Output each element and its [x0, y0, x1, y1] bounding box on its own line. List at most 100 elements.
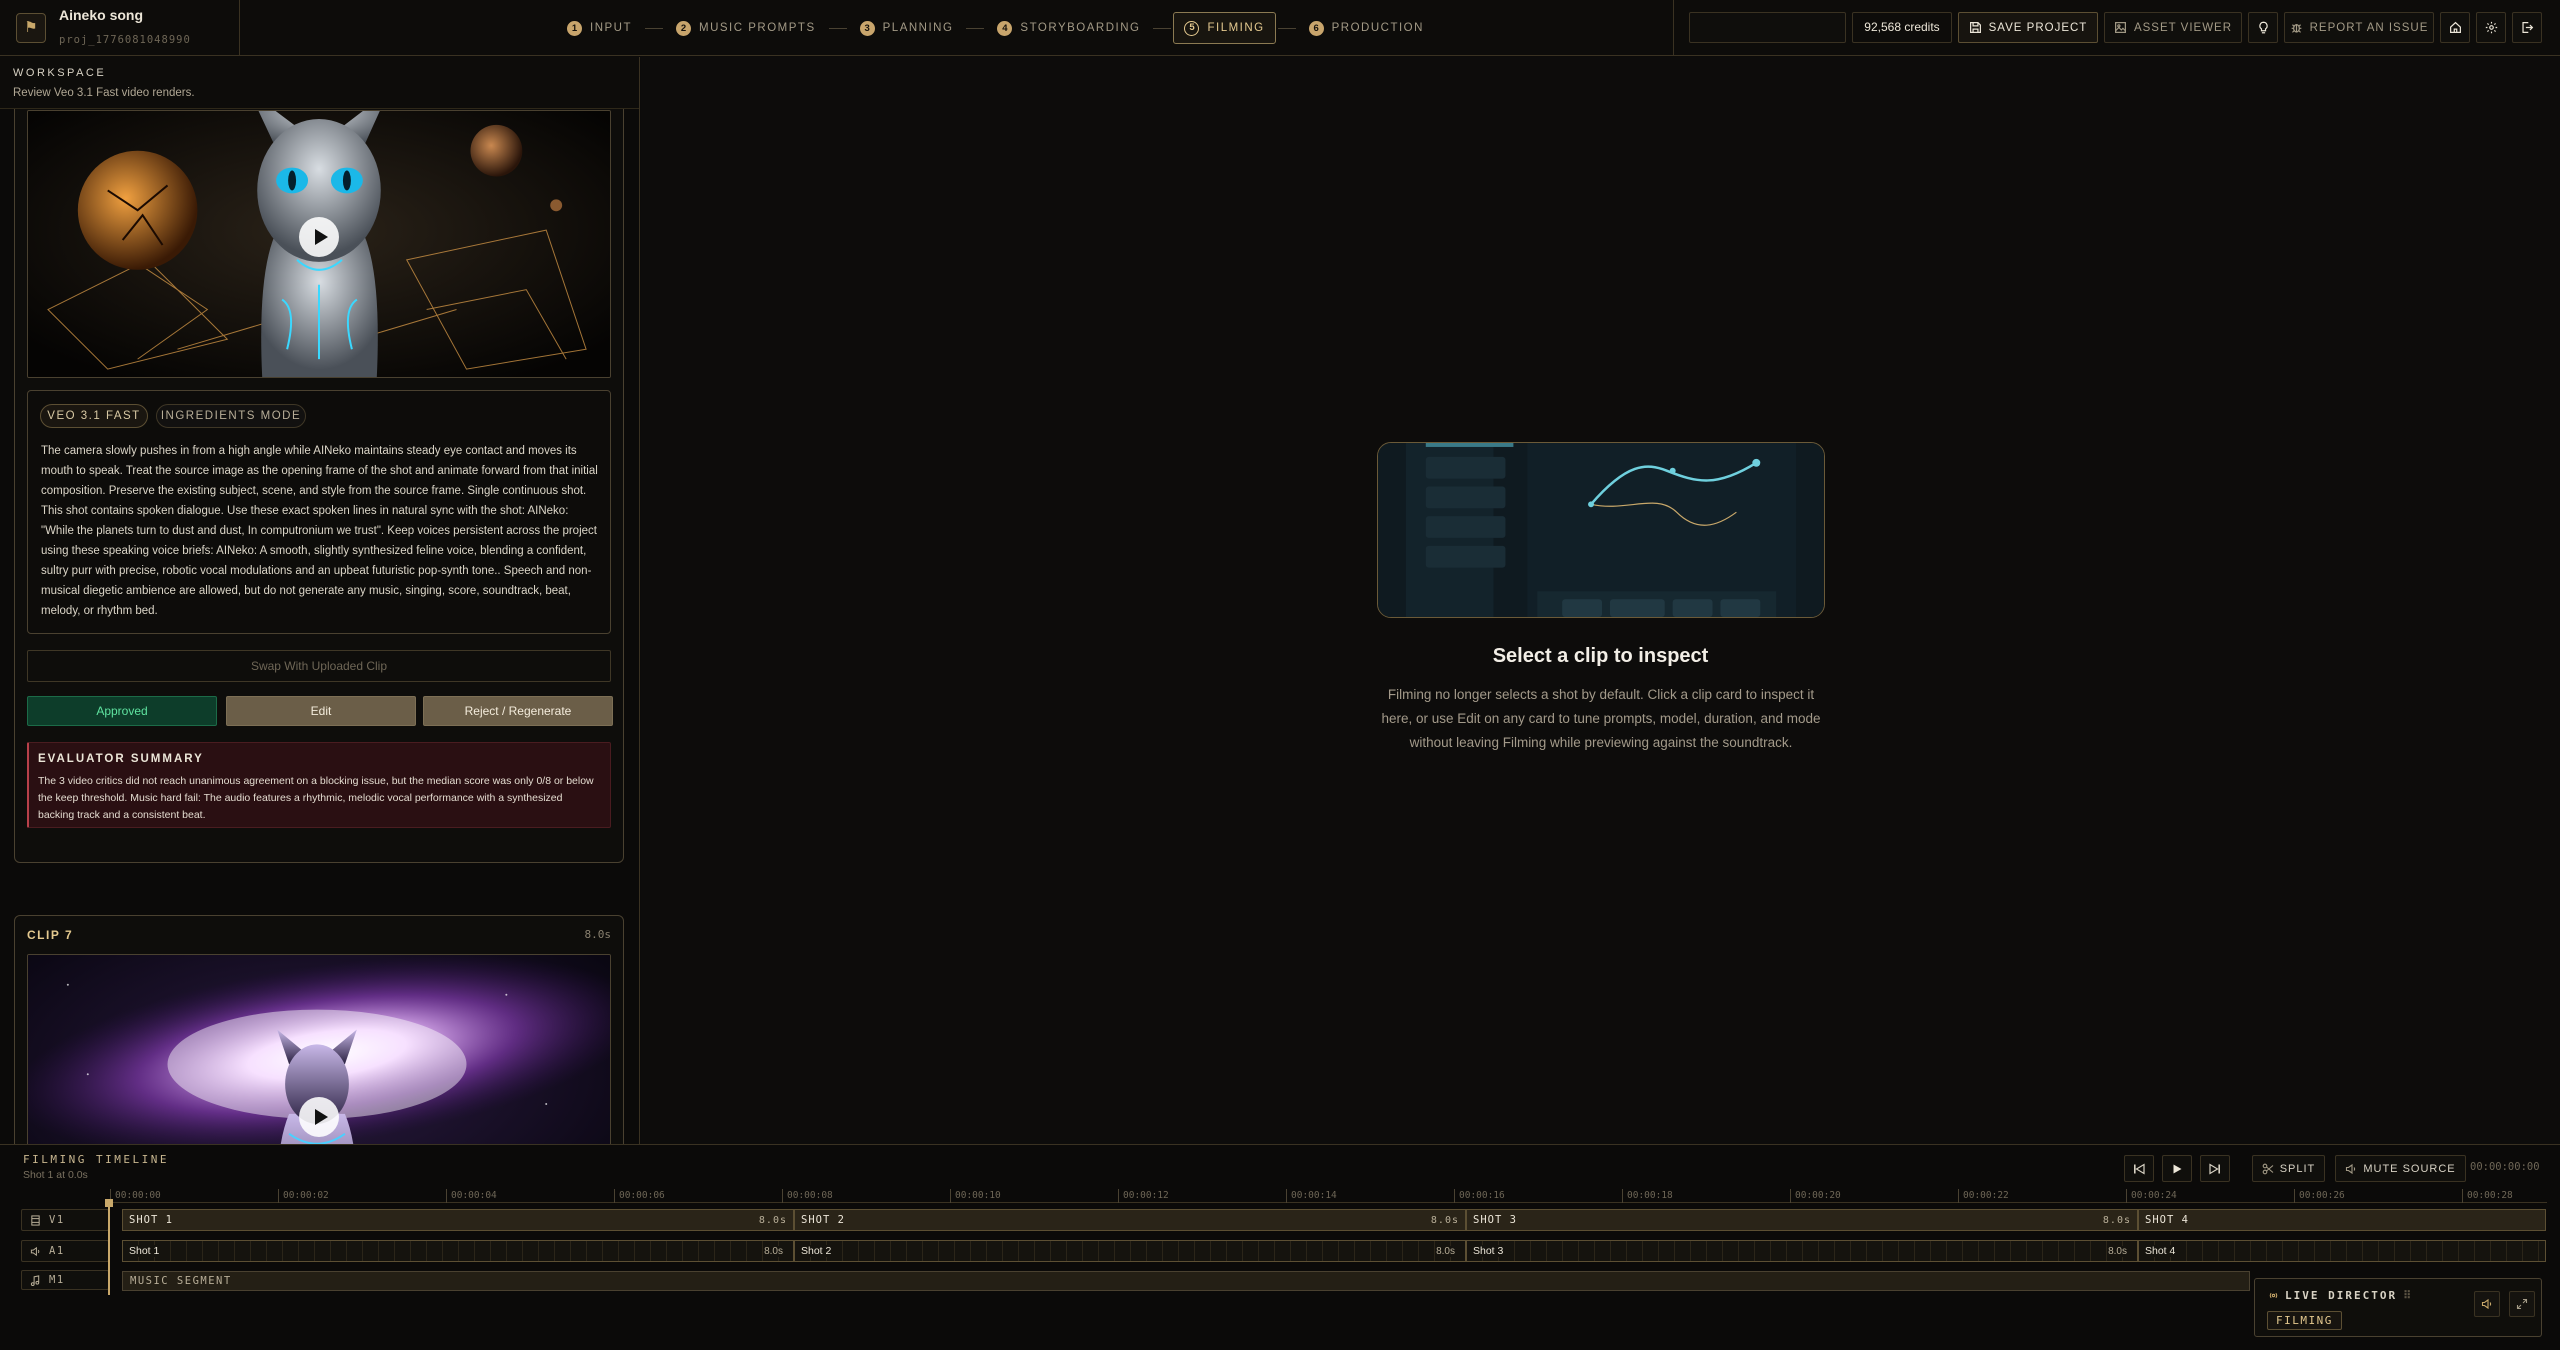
clip-duration: 8.0s: [2108, 1245, 2131, 1257]
video-clip-shot-4[interactable]: SHOT 4: [2138, 1209, 2546, 1231]
clip-label: SHOT 1: [129, 1214, 173, 1226]
home-button[interactable]: [2440, 12, 2470, 43]
filming-timeline: FILMING TIMELINE Shot 1 at 0.0s SPLIT MU…: [0, 1144, 2560, 1350]
clip-label: Shot 2: [801, 1245, 836, 1257]
approved-button[interactable]: Approved: [27, 696, 217, 726]
track-label-v1: V1: [21, 1209, 109, 1231]
ideas-button[interactable]: [2248, 12, 2278, 43]
speaker-icon: [2481, 1298, 2492, 1310]
ruler-tick: 00:00:10: [950, 1189, 1001, 1203]
step-number: 6: [1308, 20, 1324, 36]
step-planning[interactable]: 3 PLANNING: [849, 12, 965, 44]
play-icon[interactable]: [299, 217, 339, 257]
playhead[interactable]: [105, 1199, 113, 1295]
ruler-tick: 00:00:18: [1622, 1189, 1673, 1203]
scissors-icon: [2262, 1163, 2274, 1174]
ruler-tick: 00:00:28: [2462, 1189, 2513, 1203]
step-separator: [1277, 27, 1296, 29]
split-button[interactable]: SPLIT: [2252, 1155, 2325, 1182]
film-icon: [31, 1214, 40, 1226]
clip-label: Shot 4: [2145, 1245, 2180, 1257]
search-input[interactable]: [1689, 12, 1846, 43]
timeline-title: FILMING TIMELINE: [23, 1153, 169, 1166]
project-id: proj_1776081048990: [59, 34, 191, 46]
track-name: V1: [49, 1214, 65, 1226]
ruler-tick: 00:00:16: [1454, 1189, 1505, 1203]
play-button[interactable]: [2162, 1155, 2192, 1182]
expand-button[interactable]: [2509, 1291, 2535, 1317]
save-project-button[interactable]: SAVE PROJECT: [1958, 12, 2098, 43]
timecode: 00:00:00:00: [2470, 1161, 2540, 1173]
report-issue-button[interactable]: REPORT AN ISSUE: [2284, 12, 2434, 43]
clip-list[interactable]: VEO 3.1 FAST INGREDIENTS MODE The camera…: [0, 109, 639, 1144]
gear-icon: [2485, 21, 2497, 34]
step-separator: [1153, 27, 1172, 29]
step-label: PRODUCTION: [1331, 22, 1424, 34]
step-music-prompts[interactable]: 2 MUSIC PROMPTS: [665, 12, 827, 44]
video-clip-shot-2[interactable]: SHOT 2 8.0s: [794, 1209, 1466, 1231]
music-note-icon: [30, 1274, 40, 1286]
step-label: PLANNING: [882, 22, 954, 34]
step-separator: [645, 27, 663, 29]
evaluator-title: EVALUATOR SUMMARY: [38, 753, 204, 765]
bug-icon: [2291, 24, 2301, 33]
clip-video-thumbnail[interactable]: [27, 954, 611, 1144]
save-icon: [1969, 22, 1981, 33]
live-director-stage-tag: FILMING: [2267, 1311, 2342, 1330]
asset-viewer-button[interactable]: ASSET VIEWER: [2104, 12, 2242, 43]
drag-handle-icon[interactable]: ⠿: [2403, 1289, 2411, 1302]
lightbulb-icon: [2258, 21, 2268, 34]
ruler-tick: 00:00:20: [1790, 1189, 1841, 1203]
live-director-title: LIVE DIRECTOR: [2285, 1289, 2398, 1302]
step-production[interactable]: 6 PRODUCTION: [1298, 12, 1435, 44]
step-separator: [828, 27, 847, 29]
audio-clip-shot-1[interactable]: Shot 1 8.0s: [122, 1240, 794, 1262]
curve-graphic-icon: [1378, 443, 1824, 617]
step-number: 3: [859, 20, 875, 36]
report-issue-label: REPORT AN ISSUE: [2309, 21, 2429, 34]
settings-button[interactable]: [2476, 12, 2506, 43]
track-label-a1: A1: [21, 1240, 109, 1262]
flag-icon[interactable]: ⚑: [16, 13, 46, 43]
audio-clip-shot-3[interactable]: Shot 3 8.0s: [1466, 1240, 2138, 1262]
step-storyboarding[interactable]: 4 STORYBOARDING: [986, 12, 1151, 44]
mute-source-button[interactable]: MUTE SOURCE: [2335, 1155, 2466, 1182]
skip-back-button[interactable]: [2124, 1155, 2154, 1182]
reject-regenerate-button[interactable]: Reject / Regenerate: [423, 696, 613, 726]
audio-clip-shot-4[interactable]: Shot 4: [2138, 1240, 2546, 1262]
time-ruler[interactable]: 00:00:00 00:00:02 00:00:04 00:00:06 00:0…: [110, 1189, 2547, 1203]
clip-card[interactable]: CLIP 7 8.0s: [14, 915, 624, 1144]
logout-button[interactable]: [2512, 12, 2542, 43]
evaluator-summary: EVALUATOR SUMMARY The 3 video critics di…: [27, 742, 611, 828]
clip-card[interactable]: VEO 3.1 FAST INGREDIENTS MODE The camera…: [14, 109, 624, 863]
image-icon: [2114, 22, 2126, 33]
clip-video-thumbnail[interactable]: [27, 110, 611, 378]
ruler-tick: 00:00:22: [1958, 1189, 2009, 1203]
music-segment[interactable]: MUSIC SEGMENT: [122, 1271, 2250, 1291]
edit-button[interactable]: Edit: [226, 696, 416, 726]
live-audio-button[interactable]: [2474, 1291, 2500, 1317]
live-director-header: LIVE DIRECTOR ⠿: [2268, 1289, 2411, 1302]
project-brand: ⚑ Aineko song proj_1776081048990: [0, 0, 240, 56]
ruler-tick: 00:00:12: [1118, 1189, 1169, 1203]
video-clip-shot-3[interactable]: SHOT 3 8.0s: [1466, 1209, 2138, 1231]
ruler-tick: 00:00:04: [446, 1189, 497, 1203]
evaluator-text: The 3 video critics did not reach unanim…: [38, 775, 594, 821]
play-icon[interactable]: [299, 1097, 339, 1137]
credits-display: 92,568 credits: [1852, 12, 1952, 43]
workspace-subtitle: Review Veo 3.1 Fast video renders.: [13, 87, 195, 99]
step-input[interactable]: 1 INPUT: [556, 12, 643, 44]
step-filming[interactable]: 5 FILMING: [1173, 12, 1276, 44]
skip-forward-button[interactable]: [2200, 1155, 2230, 1182]
audio-clip-shot-2[interactable]: Shot 2 8.0s: [794, 1240, 1466, 1262]
swap-uploaded-clip-button[interactable]: Swap With Uploaded Clip: [27, 650, 611, 682]
video-clip-shot-1[interactable]: SHOT 1 8.0s: [122, 1209, 794, 1231]
ruler-tick: 00:00:08: [782, 1189, 833, 1203]
clip-duration: 8.0s: [758, 1214, 787, 1226]
top-bar: ⚑ Aineko song proj_1776081048990 1 INPUT …: [0, 0, 2560, 56]
mode-chip: INGREDIENTS MODE: [156, 404, 306, 428]
top-actions: 92,568 credits SAVE PROJECT ASSET VIEWER…: [1673, 0, 2560, 56]
save-project-label: SAVE PROJECT: [1988, 21, 2088, 34]
track-label-m1: M1: [21, 1270, 109, 1290]
timeline-illustration: [1377, 442, 1825, 618]
